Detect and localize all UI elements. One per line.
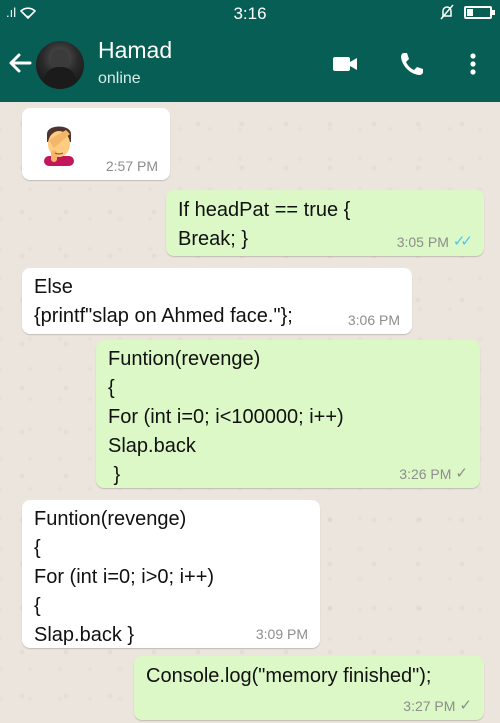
chat-header: Hamad online (0, 27, 500, 102)
notification-muted-icon (440, 4, 454, 20)
status-bar: .ıl 3:16 (0, 0, 500, 27)
message-meta: 3:06 PM (348, 312, 400, 328)
sent-tick-icon: ✓ (455, 465, 468, 482)
message-time: 3:05 PM (396, 234, 449, 250)
message-time: 2:57 PM (105, 158, 158, 174)
video-call-icon[interactable] (330, 49, 360, 79)
contact-name[interactable]: Hamad (98, 37, 172, 64)
battery-icon (464, 5, 495, 19)
chat-area[interactable]: 2:57 PM If headPat == true { Break; } 3:… (0, 102, 500, 723)
message-time: 3:27 PM (403, 698, 456, 714)
voice-call-icon[interactable] (397, 49, 427, 79)
facepalm-emoji (44, 126, 74, 166)
message-time: 3:09 PM (255, 626, 308, 642)
message-meta: 3:27 PM ✓ (403, 697, 472, 715)
message-time: 3:26 PM (399, 466, 452, 482)
message-meta: 3:26 PM ✓ (399, 465, 468, 483)
message-text: Else {printf"slap on Ahmed face."}; (34, 276, 293, 327)
contact-status: online (98, 70, 141, 87)
status-time: 3:16 (233, 4, 267, 23)
back-arrow-icon[interactable] (6, 49, 34, 77)
message-bubble-outgoing[interactable]: Funtion(revenge) { For (int i=0; i<10000… (96, 340, 480, 488)
message-bubble-outgoing[interactable]: If headPat == true { Break; } 3:05 PM ✓✓ (166, 190, 484, 256)
read-ticks-icon: ✓✓ (452, 233, 473, 250)
message-meta: 2:57 PM (106, 158, 158, 174)
message-bubble-outgoing[interactable]: Console.log("memory finished"); 3:27 PM … (134, 656, 484, 720)
message-meta: 3:09 PM (256, 626, 308, 642)
message-bubble-incoming[interactable]: Funtion(revenge) { For (int i=0; i>0; i+… (22, 500, 320, 648)
message-bubble-incoming[interactable]: Else {printf"slap on Ahmed face."}; 3:06… (22, 268, 412, 334)
avatar[interactable] (36, 41, 84, 89)
message-time: 3:06 PM (347, 312, 400, 328)
status-right (440, 4, 495, 20)
message-bubble-incoming[interactable]: 2:57 PM (22, 108, 170, 180)
sent-tick-icon: ✓ (459, 697, 472, 714)
message-meta: 3:05 PM ✓✓ (396, 233, 473, 251)
more-options-icon[interactable] (458, 49, 488, 79)
message-text: Console.log("memory finished"); (146, 665, 432, 687)
